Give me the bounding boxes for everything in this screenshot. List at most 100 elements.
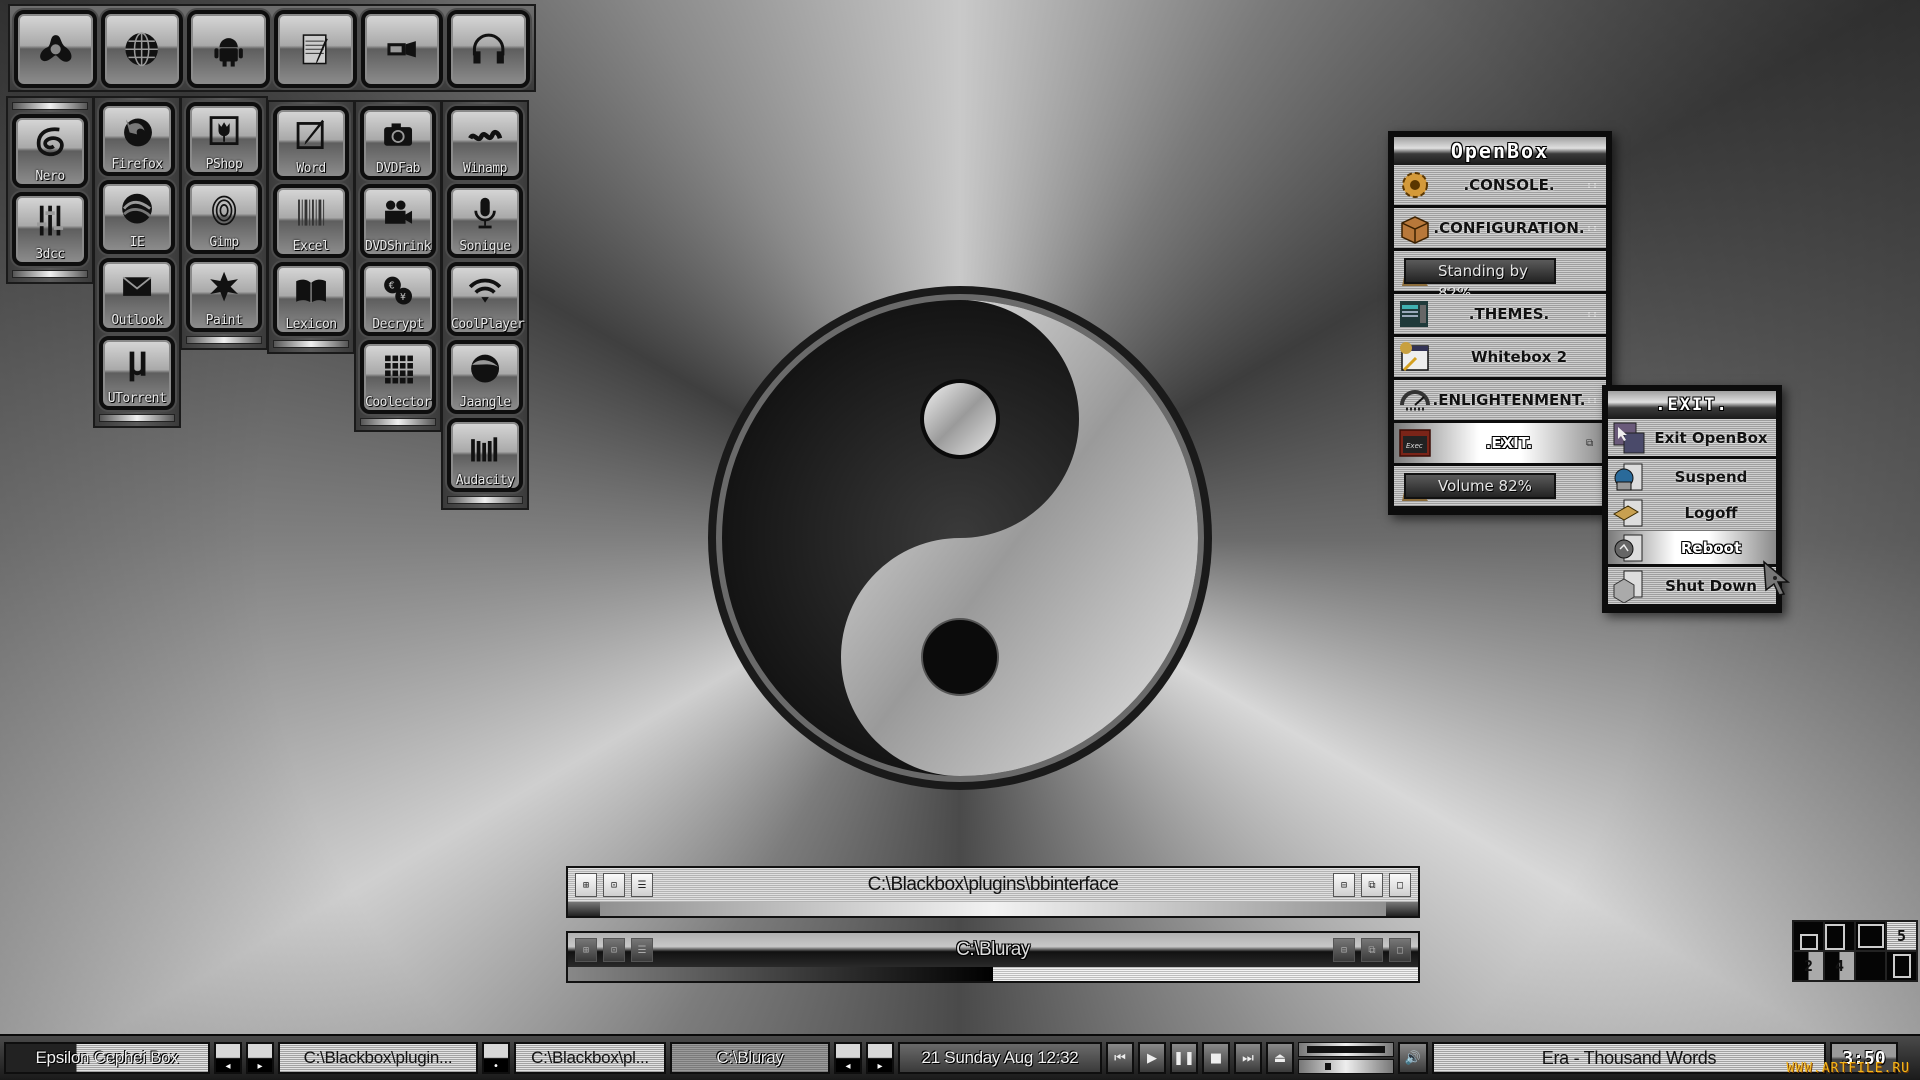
dvdfab-launcher[interactable]: DVDFab	[360, 106, 436, 180]
workspace-7[interactable]: 4	[1825, 952, 1854, 980]
workspace-next-button[interactable]: ▸	[246, 1042, 274, 1074]
minimize-button[interactable]: ⊟	[1333, 873, 1355, 897]
bluray-titlebar[interactable]: ⊞ ⊡ ☰ C:\Bluray ⊟ ⧉ □	[568, 933, 1418, 967]
mouse-cursor-icon	[1763, 560, 1791, 596]
close-button[interactable]: □	[1389, 938, 1411, 962]
menu-item-exit[interactable]: Exec .EXIT. ⧉	[1394, 423, 1606, 466]
close-button[interactable]: □	[1389, 873, 1411, 897]
eject-button[interactable]: ⏏	[1266, 1042, 1294, 1074]
volume-track[interactable]	[1298, 1042, 1394, 1057]
3dcc-launcher[interactable]: 3dcc	[12, 192, 88, 266]
nero-launcher[interactable]: Nero	[12, 114, 88, 188]
menu-item-whitebox-2[interactable]: Whitebox 2	[1394, 337, 1606, 380]
resize-grip-left[interactable]	[568, 902, 600, 916]
next-track-button[interactable]: ⏭	[1234, 1042, 1262, 1074]
pin-button[interactable]: ⊞	[575, 873, 597, 897]
video-camera-icon	[387, 40, 417, 58]
notepad-launcher[interactable]	[274, 10, 357, 88]
task-prev-button[interactable]: ◂	[834, 1042, 862, 1074]
excel-launcher[interactable]: Excel	[273, 184, 349, 258]
video-launcher[interactable]	[360, 10, 444, 88]
workspace-1[interactable]	[1794, 922, 1823, 950]
dock-column-2: Firefox IE Outlook UTorrent	[93, 96, 181, 428]
tulip-icon	[209, 116, 239, 146]
workspace-8[interactable]	[1856, 952, 1885, 980]
gimp-launcher[interactable]: Gimp	[186, 180, 262, 254]
suspend-icon	[1614, 463, 1643, 490]
workspace-current[interactable]: 5	[1887, 922, 1916, 950]
submenu-indicator-icon: ::	[1586, 394, 1599, 406]
resize-grip-right[interactable]	[1386, 902, 1418, 916]
shade-button[interactable]: ☰	[631, 938, 653, 962]
icon-label: Firefox	[111, 157, 163, 172]
photoshop-launcher[interactable]: PShop	[186, 102, 262, 176]
menu-item-console[interactable]: .CONSOLE. ::	[1394, 165, 1606, 208]
winamp-launcher[interactable]: Winamp	[447, 106, 523, 180]
audio-launcher[interactable]	[447, 10, 531, 88]
bluray-progress-bar[interactable]	[568, 967, 1418, 981]
play-button[interactable]: ▶	[1138, 1042, 1166, 1074]
minimize-button[interactable]: ⊟	[1333, 938, 1355, 962]
media-volume-control[interactable]	[1298, 1042, 1394, 1074]
stop-button[interactable]: ■	[1202, 1042, 1230, 1074]
restore-button[interactable]: ⧉	[1361, 938, 1383, 962]
android-launcher[interactable]	[187, 10, 271, 88]
workspace-label[interactable]: Epsilon Cephei Box	[4, 1042, 210, 1074]
outlook-launcher[interactable]: Outlook	[99, 258, 175, 332]
menu-item-exit-openbox[interactable]: Exit OpenBox	[1608, 419, 1776, 459]
dock-column-4: Word Excel Lexicon	[267, 100, 355, 354]
column-cap	[360, 418, 436, 426]
paint-launcher[interactable]: Paint	[186, 258, 262, 332]
word-launcher[interactable]: Word	[273, 106, 349, 180]
menu-item-reboot[interactable]: Reboot	[1608, 531, 1776, 567]
ie-launcher[interactable]: IE	[99, 180, 175, 254]
workspace-number: 4	[1834, 957, 1845, 975]
workspace-6[interactable]: 2	[1794, 952, 1823, 980]
menu-item-logoff[interactable]: Logoff	[1608, 495, 1776, 531]
menu-item-shut-down[interactable]: Shut Down	[1608, 567, 1776, 607]
restore-button[interactable]: ⧉	[1361, 873, 1383, 897]
task-button[interactable]: C:\Blackbox\plugin...	[278, 1042, 478, 1074]
menu-item-label: .CONSOLE.	[1463, 176, 1555, 194]
coolector-launcher[interactable]: Coolector	[360, 340, 436, 414]
menu-item-themes[interactable]: .THEMES. ::	[1394, 294, 1606, 337]
volume-slider[interactable]: Volume 82%	[1394, 466, 1606, 509]
audacity-launcher[interactable]: Audacity	[447, 418, 523, 492]
task-button[interactable]: C:\Blackbox\pl...	[514, 1042, 666, 1074]
jaangle-launcher[interactable]: Jaangle	[447, 340, 523, 414]
nero-swirl-icon	[36, 127, 64, 157]
dvdshrink-launcher[interactable]: DVDShrink	[360, 184, 436, 258]
workspace-2[interactable]	[1825, 922, 1854, 950]
icon-label: IE	[129, 235, 145, 250]
adobe-air-launcher[interactable]	[14, 10, 97, 88]
bbinterface-titlebar[interactable]: ⊞ ⊡ ☰ C:\Blackbox\plugins\bbinterface ⊟ …	[568, 868, 1418, 902]
menu-item-suspend[interactable]: Suspend	[1608, 459, 1776, 495]
browser-launcher[interactable]	[100, 10, 184, 88]
decrypt-launcher[interactable]: € ¥ Decrypt	[360, 262, 436, 336]
sticky-button[interactable]: ⊡	[603, 938, 625, 962]
seek-track[interactable]	[1298, 1059, 1394, 1074]
speaker-icon[interactable]: 🔊	[1398, 1042, 1428, 1074]
task-button[interactable]: C:\Bluray	[670, 1042, 830, 1074]
menu-item-label: Suspend	[1674, 467, 1748, 486]
bbinterface-handle[interactable]	[568, 902, 1418, 916]
menu-item-enlightenment[interactable]: .ENLIGHTENMENT. ::	[1394, 380, 1606, 423]
standby-slider[interactable]: Standing by 82%	[1394, 251, 1606, 302]
pin-button[interactable]: ⊞	[575, 938, 597, 962]
lexicon-launcher[interactable]: Lexicon	[273, 262, 349, 336]
menu-item-configuration[interactable]: .CONFIGURATION. ::	[1394, 208, 1606, 251]
coolplayer-launcher[interactable]: CoolPlayer	[447, 262, 525, 336]
firefox-launcher[interactable]: Firefox	[99, 102, 175, 176]
sticky-button[interactable]: ⊡	[603, 873, 625, 897]
sonique-launcher[interactable]: Sonique	[447, 184, 523, 258]
workspace-3[interactable]	[1856, 922, 1885, 950]
task-next-button[interactable]: ▸	[866, 1042, 894, 1074]
pause-button[interactable]: ❚❚	[1170, 1042, 1198, 1074]
task-menu-button[interactable]: •	[482, 1042, 510, 1074]
icon-label: Decrypt	[372, 317, 424, 332]
workspace-prev-button[interactable]: ◂	[214, 1042, 242, 1074]
workspace-9[interactable]	[1887, 952, 1916, 980]
utorrent-launcher[interactable]: UTorrent	[99, 336, 175, 410]
shade-button[interactable]: ☰	[631, 873, 653, 897]
previous-track-button[interactable]: ⏮	[1106, 1042, 1134, 1074]
